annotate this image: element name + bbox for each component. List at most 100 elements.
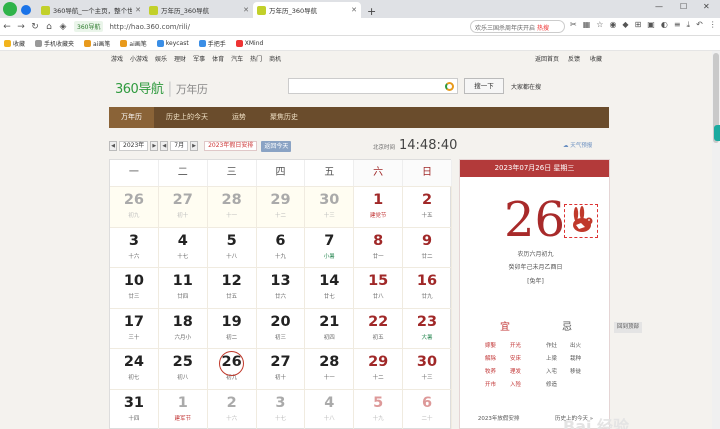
day-cell[interactable]: 16 廿九 bbox=[403, 267, 452, 308]
day-cell[interactable]: 4 十七 bbox=[158, 226, 208, 267]
prev-year-arrow[interactable]: ◀ bbox=[109, 141, 117, 151]
day-cell[interactable]: 31 十四 bbox=[110, 388, 159, 429]
tab-calendar-active[interactable]: 万年历_360导航 ✕ bbox=[253, 2, 361, 18]
day-cell[interactable]: 17 三十 bbox=[110, 307, 159, 348]
cut-icon[interactable]: ✂ bbox=[570, 20, 577, 30]
bookmark-tutorial[interactable]: 手把手 bbox=[198, 39, 226, 48]
nav-link[interactable]: 汽车 bbox=[231, 54, 243, 63]
day-cell[interactable]: 4 十八 bbox=[305, 388, 355, 429]
day-cell[interactable]: 1 建军节 bbox=[158, 388, 208, 429]
back-icon[interactable]: ← bbox=[0, 22, 14, 32]
page-scrollbar[interactable] bbox=[712, 51, 720, 429]
day-cell[interactable]: 21 初四 bbox=[305, 307, 355, 348]
month-select[interactable]: 7月 bbox=[170, 141, 189, 151]
favorite-link[interactable]: 收藏 bbox=[590, 54, 602, 63]
tab-focus-history[interactable]: 聚焦历史 bbox=[258, 107, 310, 128]
ext-icon[interactable]: ▣ bbox=[647, 20, 655, 30]
download-icon[interactable]: ⤓ bbox=[687, 20, 691, 30]
day-cell[interactable]: 29 十二 bbox=[256, 186, 306, 227]
side-widget[interactable] bbox=[714, 125, 720, 141]
user-icon[interactable]: ◐ bbox=[661, 20, 668, 30]
nav-link[interactable]: 商机 bbox=[269, 54, 281, 63]
day-cell[interactable]: 6 十九 bbox=[256, 226, 306, 267]
tab-menu-icon[interactable] bbox=[21, 5, 31, 15]
tab-fortune[interactable]: 运势 bbox=[220, 107, 258, 128]
reload-icon[interactable]: ↻ bbox=[28, 22, 42, 32]
home-icon[interactable]: ⌂ bbox=[42, 22, 56, 32]
back-to-top-button[interactable]: 回到顶部 bbox=[614, 322, 642, 333]
day-cell[interactable]: 1 建党节 bbox=[354, 186, 404, 227]
browser-logo-icon[interactable] bbox=[3, 2, 17, 16]
day-cell[interactable]: 28 十一 bbox=[305, 348, 355, 389]
day-cell[interactable]: 7 小暑 bbox=[305, 226, 355, 267]
day-cell[interactable]: 9 廿二 bbox=[403, 226, 452, 267]
undo-icon[interactable]: ↶ bbox=[696, 20, 703, 30]
tab-calendar-1[interactable]: 万年历_360导航 ✕ bbox=[145, 2, 253, 18]
bookmark-keycast[interactable]: keycast bbox=[156, 39, 189, 47]
nav-link[interactable]: 军事 bbox=[193, 54, 205, 63]
prev-month-arrow[interactable]: ◀ bbox=[160, 141, 169, 151]
day-cell[interactable]: 27 初十 bbox=[158, 186, 208, 227]
day-cell[interactable]: 26 初九 bbox=[110, 186, 159, 227]
tab-history-today[interactable]: 历史上的今天 bbox=[154, 107, 220, 128]
minimize-button[interactable]: — bbox=[655, 2, 663, 11]
menu-icon[interactable]: ≡ bbox=[674, 20, 681, 30]
next-year-arrow[interactable]: ▶ bbox=[150, 141, 159, 151]
feedback-link[interactable]: 反馈 bbox=[568, 54, 580, 63]
more-icon[interactable]: ⋮ bbox=[709, 20, 717, 30]
bookmark-ai-2[interactable]: ai画笔 bbox=[120, 39, 147, 48]
today-button[interactable]: 返回今天 bbox=[261, 140, 292, 152]
day-cell[interactable]: 25 初八 bbox=[158, 348, 208, 389]
tab-360-home[interactable]: 360导航_一个主页，整个世界 ✕ bbox=[37, 2, 145, 18]
next-month-arrow[interactable]: ▶ bbox=[190, 141, 199, 151]
day-cell[interactable]: 2 十六 bbox=[207, 388, 257, 429]
day-cell[interactable]: 18 六月小 bbox=[158, 307, 208, 348]
day-cell[interactable]: 10 廿三 bbox=[110, 267, 159, 308]
url-box[interactable]: 360导航 http://hao.360.com/rili/ bbox=[74, 20, 374, 33]
nav-link[interactable]: 娱乐 bbox=[155, 54, 167, 63]
maximize-button[interactable]: ☐ bbox=[680, 2, 687, 11]
day-cell[interactable]: 13 廿六 bbox=[256, 267, 306, 308]
site-search-input[interactable] bbox=[288, 78, 458, 94]
day-cell[interactable]: 22 初五 bbox=[354, 307, 404, 348]
day-cell[interactable]: 24 初七 bbox=[110, 348, 159, 389]
day-cell[interactable]: 20 初三 bbox=[256, 307, 306, 348]
day-cell[interactable]: 28 十一 bbox=[207, 186, 257, 227]
day-cell[interactable]: 30 十三 bbox=[403, 348, 452, 389]
day-cell[interactable]: 5 十九 bbox=[354, 388, 404, 429]
bookmark-xmind[interactable]: XMind bbox=[235, 39, 263, 47]
site-logo[interactable]: 360导航 | 万年历 bbox=[115, 78, 208, 97]
close-window-button[interactable]: ✕ bbox=[703, 2, 710, 11]
search-button[interactable]: 搜一下 bbox=[464, 78, 504, 94]
bookmark-mobile[interactable]: 手机收藏夹 bbox=[35, 39, 74, 48]
nav-link[interactable]: 理财 bbox=[174, 54, 186, 63]
bookmark-favorites[interactable]: 收藏 bbox=[4, 39, 25, 48]
close-tab-icon[interactable]: ✕ bbox=[351, 6, 357, 14]
tab-calendar[interactable]: 万年历 bbox=[109, 107, 154, 128]
day-cell[interactable]: 5 十八 bbox=[207, 226, 257, 267]
nav-link[interactable]: 小游戏 bbox=[130, 54, 148, 63]
nav-link[interactable]: 体育 bbox=[212, 54, 224, 63]
day-cell[interactable]: 2 十五 bbox=[403, 186, 452, 227]
url-text[interactable]: http://hao.360.com/rili/ bbox=[109, 23, 190, 31]
weather-link[interactable]: ☁ 天气预报 bbox=[563, 141, 592, 149]
day-cell[interactable]: 30 十三 bbox=[305, 186, 355, 227]
day-cell[interactable]: 6 二十 bbox=[403, 388, 452, 429]
apps-icon[interactable]: ⊞ bbox=[635, 20, 642, 30]
extension-icon[interactable]: ◆ bbox=[622, 20, 628, 30]
day-cell[interactable]: 15 廿八 bbox=[354, 267, 404, 308]
day-cell[interactable]: 29 十二 bbox=[354, 348, 404, 389]
day-cell[interactable]: 27 初十 bbox=[256, 348, 306, 389]
forward-icon[interactable]: → bbox=[14, 22, 28, 32]
day-cell[interactable]: 23 大暑 bbox=[403, 307, 452, 348]
day-cell[interactable]: 8 廿一 bbox=[354, 226, 404, 267]
year-select[interactable]: 2023年 bbox=[119, 141, 149, 151]
holiday-select[interactable]: 2023年假日安排 bbox=[204, 141, 258, 151]
close-tab-icon[interactable]: ✕ bbox=[243, 6, 249, 14]
day-cell[interactable]: 14 廿七 bbox=[305, 267, 355, 308]
nav-link[interactable]: 热门 bbox=[250, 54, 262, 63]
day-cell[interactable]: 3 十七 bbox=[256, 388, 306, 429]
new-tab-button[interactable]: + bbox=[361, 5, 382, 18]
day-cell-today[interactable]: 26 初九 bbox=[207, 348, 257, 389]
trending-link[interactable]: 大家都在搜 bbox=[511, 82, 541, 91]
